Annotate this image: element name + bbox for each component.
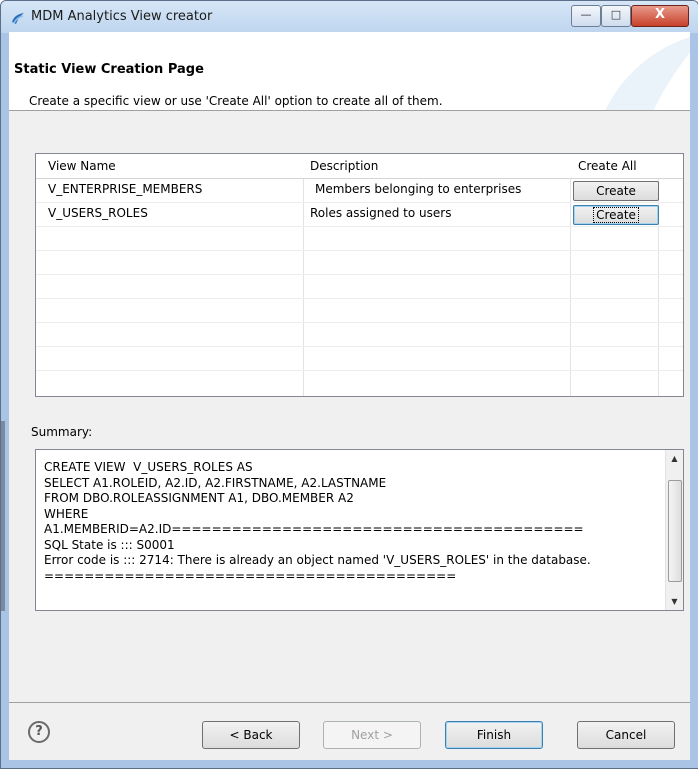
maximize-icon: □ <box>610 8 622 21</box>
empty-row <box>36 274 683 299</box>
maximize-button[interactable]: □ <box>601 5 631 27</box>
page-header: Static View Creation Page Create a speci… <box>9 32 690 111</box>
empty-row <box>36 322 683 347</box>
create-button[interactable]: Create <box>573 205 659 225</box>
page-title: Static View Creation Page <box>14 62 204 77</box>
window-title: MDM Analytics View creator <box>31 9 213 24</box>
description-cell: Roles assigned to users <box>310 206 452 220</box>
finish-button[interactable]: Finish <box>445 721 543 749</box>
empty-row <box>36 250 683 275</box>
app-icon <box>12 13 24 24</box>
page-description: Create a specific view or use 'Create Al… <box>29 94 443 108</box>
summary-textarea[interactable]: CREATE VIEW V_USERS_ROLES AS SELECT A1.R… <box>35 449 684 611</box>
create-button[interactable]: Create <box>573 181 659 201</box>
dialog-window: MDM Analytics View creator — □ X Static … <box>0 0 698 769</box>
views-table: View Name Description Create All V_ENTER… <box>35 153 684 397</box>
empty-row <box>36 346 683 371</box>
scroll-down-icon[interactable]: ▼ <box>666 597 683 606</box>
window-edge-decoration <box>1 421 5 611</box>
empty-row <box>36 370 683 394</box>
minimize-icon: — <box>580 8 592 21</box>
close-button[interactable]: X <box>631 5 689 27</box>
table-header: View Name Description Create All <box>36 154 683 179</box>
help-button[interactable]: ? <box>28 721 50 743</box>
help-icon: ? <box>35 724 43 739</box>
view-name-cell: V_USERS_ROLES <box>48 206 148 220</box>
title-bar[interactable]: MDM Analytics View creator — □ X <box>1 1 698 33</box>
scroll-thumb[interactable] <box>668 480 682 582</box>
view-name-cell: V_ENTERPRISE_MEMBERS <box>48 182 203 196</box>
close-icon: X <box>654 7 666 22</box>
column-header-create-all[interactable]: Create All <box>578 159 637 173</box>
cancel-button[interactable]: Cancel <box>577 721 675 749</box>
header-watermark-icon <box>605 36 690 110</box>
next-button[interactable]: Next > <box>323 721 421 749</box>
scroll-up-icon[interactable]: ▲ <box>666 454 683 463</box>
dialog-content: Static View Creation Page Create a speci… <box>9 32 690 760</box>
column-header-view-name[interactable]: View Name <box>48 159 116 173</box>
table-row[interactable]: V_ENTERPRISE_MEMBERS Members belonging t… <box>36 178 683 203</box>
description-cell: Members belonging to enterprises <box>315 182 522 196</box>
minimize-button[interactable]: — <box>571 5 601 27</box>
summary-scrollbar[interactable]: ▲ ▼ <box>665 450 683 610</box>
empty-row <box>36 298 683 323</box>
summary-text: CREATE VIEW V_USERS_ROLES AS SELECT A1.R… <box>44 460 591 583</box>
empty-row <box>36 226 683 251</box>
footer-divider <box>9 702 690 703</box>
column-header-description[interactable]: Description <box>310 159 378 173</box>
back-button[interactable]: < Back <box>202 721 300 749</box>
summary-label: Summary: <box>31 425 93 439</box>
table-row[interactable]: V_USERS_ROLES Roles assigned to users Cr… <box>36 202 683 227</box>
